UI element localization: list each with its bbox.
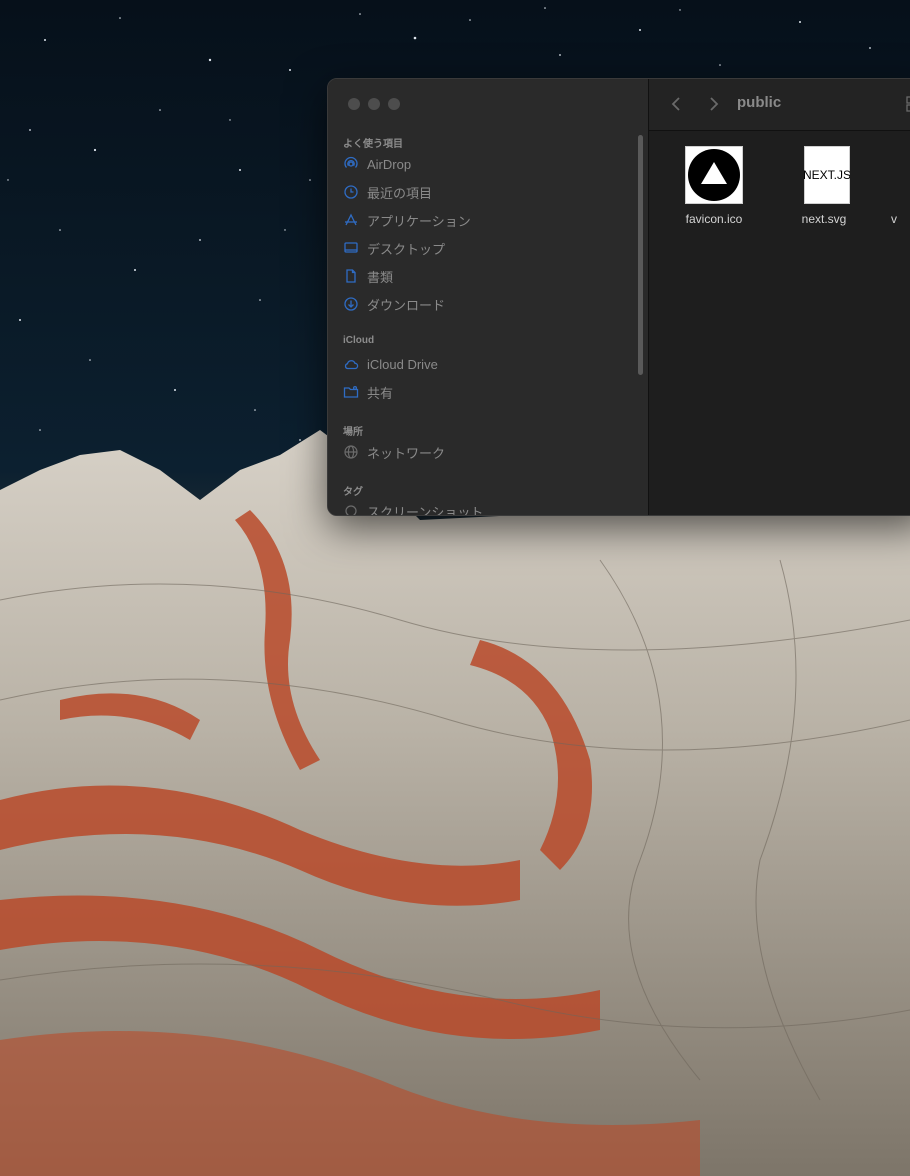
sidebar-item-recents[interactable]: 最近の項目	[343, 181, 432, 203]
sidebar-item-tag-screenshot[interactable]: スクリーンショット	[343, 500, 484, 516]
tags-section-title: タグ	[343, 487, 363, 498]
sidebar-scrollbar[interactable]	[638, 135, 643, 375]
sidebar-item-label: ダウンロード	[367, 297, 446, 313]
sidebar-item-label: ネットワーク	[367, 445, 446, 461]
sidebar-item-desktop[interactable]: デスクトップ	[343, 237, 445, 259]
file-item[interactable]: v	[891, 146, 910, 226]
sidebar-item-icloud-drive[interactable]: iCloud Drive	[343, 353, 438, 375]
file-name: favicon.ico	[685, 212, 743, 226]
sidebar-item-label: デスクトップ	[367, 241, 446, 257]
favorites-section-title: よく使う項目	[343, 139, 403, 150]
nextjs-logo-text: NEXT.JS	[804, 168, 850, 182]
finder-toolbar: public	[649, 79, 910, 131]
desktop-icon	[344, 242, 358, 253]
sidebar-item-label: アプリケーション	[367, 213, 471, 229]
file-name: next.svg	[801, 212, 847, 226]
grid-view-icon[interactable]	[906, 96, 910, 112]
globe-icon	[344, 445, 358, 459]
finder-sidebar: よく使う項目 AirDrop 最近の項目 アプリケーション デスクトップ 書類 …	[328, 79, 649, 515]
sidebar-item-downloads[interactable]: ダウンロード	[343, 293, 445, 315]
minimize-button[interactable]	[368, 98, 380, 110]
chevron-left-icon[interactable]	[669, 96, 685, 112]
sidebar-item-label: AirDrop	[367, 156, 412, 172]
tag-icon	[345, 505, 357, 515]
vercel-triangle-icon	[685, 146, 743, 204]
sidebar-item-label: 共有	[367, 385, 394, 401]
finder-window: よく使う項目 AirDrop 最近の項目 アプリケーション デスクトップ 書類 …	[327, 78, 910, 516]
sidebar-item-documents[interactable]: 書類	[343, 265, 393, 287]
shared-folder-icon	[343, 385, 359, 398]
locations-section-title: 場所	[343, 427, 363, 438]
sidebar-item-network[interactable]: ネットワーク	[343, 441, 445, 463]
applications-icon	[345, 213, 357, 226]
sidebar-item-airdrop[interactable]: AirDrop	[343, 153, 411, 175]
document-icon	[346, 269, 356, 283]
clock-icon	[344, 185, 358, 199]
sidebar-item-label: 書類	[367, 269, 394, 285]
file-item[interactable]: favicon.ico	[669, 146, 759, 226]
nextjs-logo-icon: NEXT.JS	[795, 146, 853, 204]
chevron-right-icon[interactable]	[705, 96, 721, 112]
close-button[interactable]	[348, 98, 360, 110]
window-title: public	[737, 94, 782, 111]
sidebar-item-applications[interactable]: アプリケーション	[343, 209, 471, 231]
window-controls	[348, 98, 400, 110]
sidebar-item-label: iCloud Drive	[367, 356, 438, 372]
file-item[interactable]: NEXT.JS next.svg	[779, 146, 869, 226]
file-grid: favicon.ico NEXT.JS next.svg v	[649, 131, 910, 515]
sidebar-item-label: 最近の項目	[367, 185, 433, 201]
sidebar-item-shared[interactable]: 共有	[343, 381, 393, 403]
cloud-icon	[344, 360, 359, 370]
zoom-button[interactable]	[388, 98, 400, 110]
airdrop-icon	[344, 156, 358, 168]
file-name: v	[891, 212, 897, 226]
sidebar-item-label: スクリーンショット	[367, 504, 484, 516]
icloud-section-title: iCloud	[343, 335, 375, 346]
download-icon	[344, 297, 358, 311]
